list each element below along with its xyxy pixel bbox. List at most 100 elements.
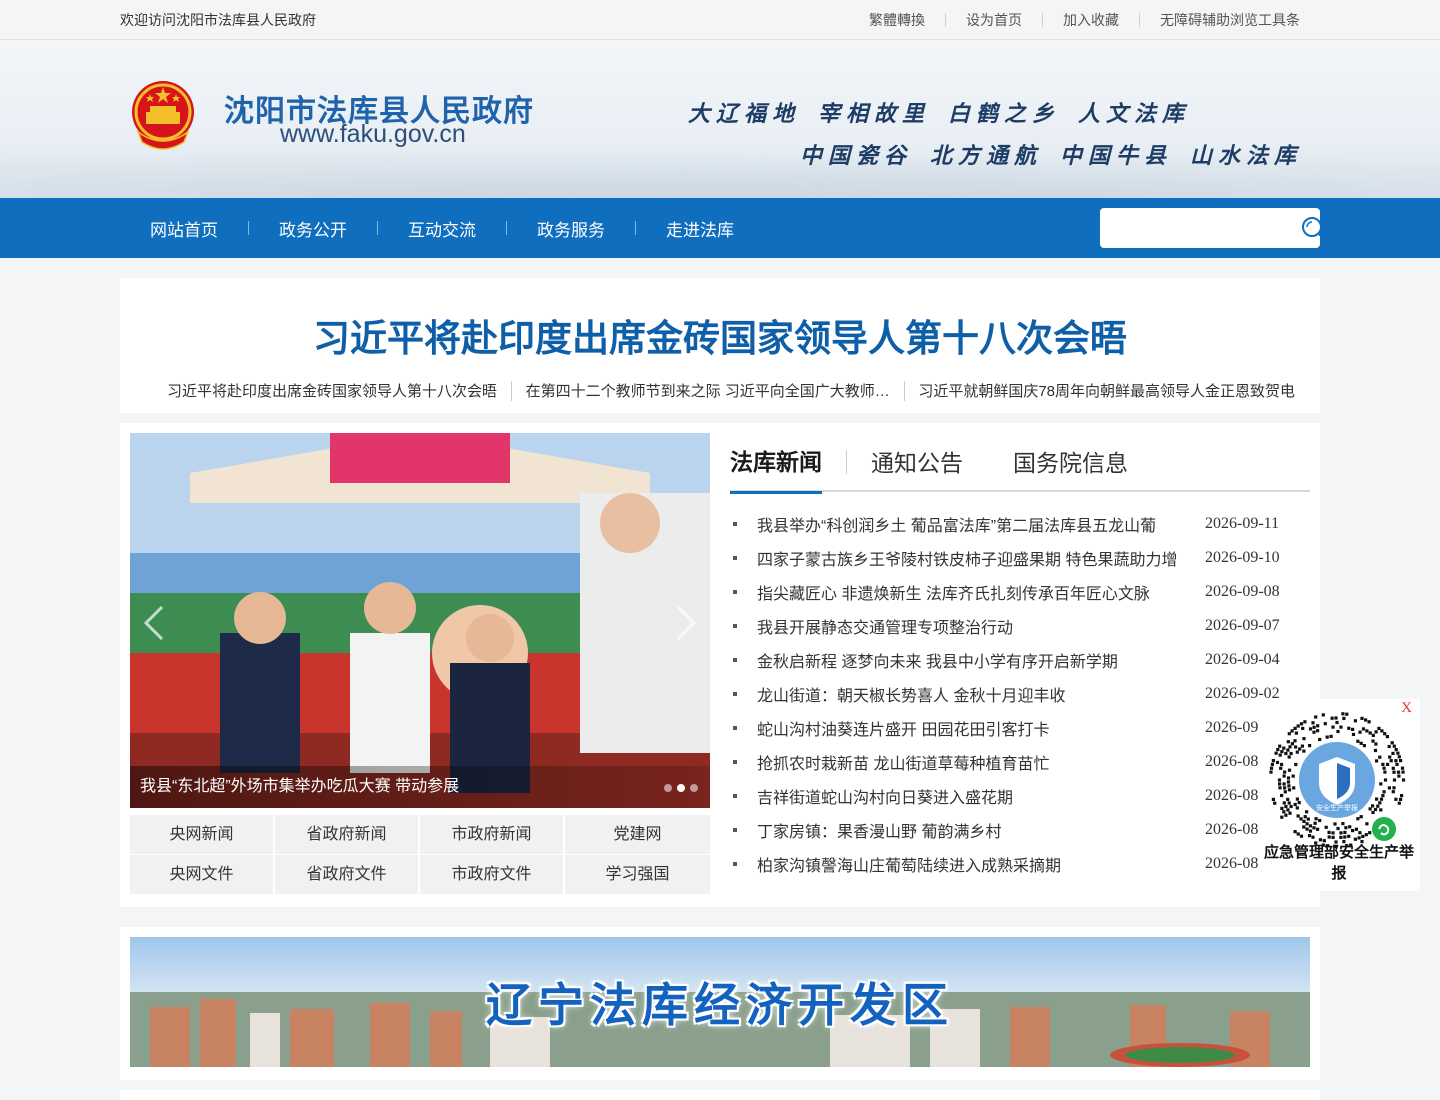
- tab-notices[interactable]: 通知公告: [871, 432, 963, 492]
- news-title-link[interactable]: 吉祥街道蛇山沟村向日葵进入盛花期: [757, 784, 1205, 808]
- bullet-icon: [733, 760, 737, 764]
- set-homepage-link[interactable]: 设为首页: [945, 13, 1042, 27]
- news-title-link[interactable]: 龙山街道：朝天椒长势喜人 金秋十月迎丰收: [757, 682, 1205, 706]
- slide-caption[interactable]: 我县“东北超”外场市集举办吃瓜大赛 带动参展: [130, 766, 710, 808]
- site-url: www.faku.gov.cn: [280, 120, 466, 148]
- quick-links-grid: 央网新闻 省政府新闻 市政府新闻 党建网 央网文件 省政府文件 市政府文件 学习…: [130, 815, 710, 895]
- news-date: 2026-09-04: [1205, 651, 1280, 668]
- nav-government-affairs[interactable]: 政务公开: [279, 216, 347, 241]
- quick-link[interactable]: 省政府文件: [275, 855, 420, 895]
- news-item: 丁家房镇：果香漫山野 葡韵满乡村 2026-08-: [730, 813, 1310, 847]
- news-item: 指尖藏匠心 非遗焕新生 法库齐氏扎刻传承百年匠心文脉 2026-09-08: [730, 575, 1310, 609]
- traditional-chinese-link[interactable]: 繁體轉換: [849, 13, 945, 27]
- main-section: 我县“东北超”外场市集举办吃瓜大赛 带动参展 央网新闻 省政府新闻 市政府新闻 …: [120, 423, 1320, 907]
- news-tabs: 法库新闻 通知公告 国务院信息: [730, 431, 1310, 494]
- quick-link[interactable]: 党建网: [565, 815, 710, 855]
- floating-qr-panel: 安全生产举报 X 应急管理部安全生产举报: [1258, 699, 1420, 891]
- sub-headline-link[interactable]: 习近平将赴印度出席金砖国家领导人第十八次会晤: [167, 380, 497, 401]
- bullet-icon: [733, 522, 737, 526]
- slider-next-icon[interactable]: [674, 603, 698, 643]
- news-item: 龙山街道：朝天椒长势喜人 金秋十月迎丰收 2026-09-02: [730, 677, 1310, 711]
- slider-dot[interactable]: [690, 784, 698, 792]
- news-item: 柏家沟镇謦海山庄葡萄陆续进入成熟采摘期 2026-08-: [730, 847, 1310, 881]
- nav-divider: [377, 221, 378, 235]
- qr-label: 应急管理部安全生产举报: [1263, 844, 1414, 882]
- bullet-icon: [733, 692, 737, 696]
- quick-link[interactable]: 市政府新闻: [420, 815, 565, 855]
- welcome-text: 欢迎访问沈阳市法库县人民政府: [120, 12, 316, 28]
- close-icon[interactable]: X: [1401, 700, 1412, 717]
- nav-divider: [506, 221, 507, 235]
- main-nav: 网站首页 政务公开 互动交流 政务服务 走进法库: [0, 198, 1440, 258]
- news-title-link[interactable]: 柏家沟镇謦海山庄葡萄陆续进入成熟采摘期: [757, 852, 1205, 876]
- qr-badge-text: 安全生产举报: [1316, 803, 1358, 812]
- search-button[interactable]: [1301, 208, 1325, 248]
- banner-title: 辽宁法库经济开发区: [486, 979, 954, 1031]
- next-section-panel: [120, 1090, 1320, 1100]
- news-date: 2026-09-08: [1205, 583, 1280, 600]
- headline-title[interactable]: 习近平将赴印度出席金砖国家领导人第十八次会晤: [120, 308, 1320, 362]
- utility-links: 繁體轉換 设为首页 加入收藏 无障碍辅助浏览工具条: [849, 13, 1320, 27]
- add-favorite-link[interactable]: 加入收藏: [1042, 13, 1139, 27]
- tab-faku-news[interactable]: 法库新闻: [730, 431, 822, 494]
- news-title-link[interactable]: 丁家房镇：果香漫山野 葡韵满乡村: [757, 818, 1205, 842]
- sub-headline-divider: [510, 380, 512, 401]
- sub-headlines: 习近平将赴印度出席金砖国家领导人第十八次会晤 在第四十二个教师节到来之际 习近平…: [120, 380, 1320, 401]
- slogan-item: 中国牛县: [1059, 143, 1172, 169]
- top-utility-bar: 欢迎访问沈阳市法库县人民政府 繁體轉換 设为首页 加入收藏 无障碍辅助浏览工具条: [0, 0, 1440, 40]
- news-list: 我县举办“科创润乡土 葡品富法库”第二届法库县五龙山葡 2026-09-11 四家子…: [730, 507, 1310, 881]
- slogan-item: 中国瓷谷: [799, 143, 912, 169]
- sub-headline-link[interactable]: 在第四十二个教师节到来之际 习近平向全国广大教师…: [526, 380, 890, 401]
- nav-divider: [248, 221, 249, 235]
- quick-link[interactable]: 省政府新闻: [275, 815, 420, 855]
- news-title-link[interactable]: 我县开展静态交通管理专项整治行动: [757, 614, 1205, 638]
- slider-dots: [664, 784, 698, 792]
- accessibility-toolbar-link[interactable]: 无障碍辅助浏览工具条: [1139, 13, 1320, 27]
- quick-link[interactable]: 央网新闻: [130, 815, 275, 855]
- news-title-link[interactable]: 四家子蒙古族乡王爷陵村铁皮柿子迎盛果期 特色果蔬助力增: [757, 546, 1205, 570]
- nav-divider: [635, 221, 636, 235]
- bullet-icon: [733, 794, 737, 798]
- slogan-item: 山水法库: [1189, 143, 1302, 169]
- slider-prev-icon[interactable]: [142, 603, 166, 643]
- news-title-link[interactable]: 指尖藏匠心 非遗焕新生 法库齐氏扎刻传承百年匠心文脉: [757, 580, 1205, 604]
- headline-panel: 习近平将赴印度出席金砖国家领导人第十八次会晤 习近平将赴印度出席金砖国家领导人第…: [120, 278, 1320, 413]
- news-date: 2026-09-11: [1205, 515, 1280, 532]
- quick-link[interactable]: 学习强国: [565, 855, 710, 895]
- sub-headline-divider: [903, 380, 905, 401]
- quick-link[interactable]: 市政府文件: [420, 855, 565, 895]
- news-date: 2026-09-10: [1205, 549, 1280, 566]
- slider-dot[interactable]: [677, 784, 685, 792]
- search-input[interactable]: [1100, 208, 1301, 248]
- dev-zone-banner[interactable]: 辽宁法库经济开发区: [130, 937, 1310, 1067]
- news-title-link[interactable]: 金秋启新程 逐梦向未来 我县中小学有序开启新学期: [757, 648, 1205, 672]
- slogan-item: 白鹤之乡: [947, 101, 1060, 127]
- news-date: 2026-09-07: [1205, 617, 1280, 634]
- nav-home[interactable]: 网站首页: [150, 216, 218, 241]
- qr-code-icon[interactable]: 安全生产举报: [1262, 705, 1412, 855]
- search-box: [1100, 208, 1325, 248]
- bullet-icon: [733, 862, 737, 866]
- slogan-item: 人文法库: [1077, 101, 1190, 127]
- news-title-link[interactable]: 我县举办“科创润乡土 葡品富法库”第二届法库县五龙山葡: [757, 512, 1205, 536]
- slider-dot[interactable]: [664, 784, 672, 792]
- nav-about-faku[interactable]: 走进法库: [666, 216, 734, 241]
- site-header: 沈阳市法库县人民政府 www.faku.gov.cn 大辽福地 宰相故里 白鹤之乡人…: [0, 40, 1440, 198]
- slide-image: [130, 433, 710, 808]
- quick-link[interactable]: 央网文件: [130, 855, 275, 895]
- news-item: 吉祥街道蛇山沟村向日葵进入盛花期 2026-08-: [730, 779, 1310, 813]
- nav-items: 网站首页 政务公开 互动交流 政务服务 走进法库: [120, 216, 734, 241]
- bullet-icon: [733, 590, 737, 594]
- news-item: 我县举办“科创润乡土 葡品富法库”第二届法库县五龙山葡 2026-09-11: [730, 507, 1310, 541]
- sub-headline-link[interactable]: 习近平就朝鲜国庆78周年向朝鲜最高领导人金正恩致贺电: [918, 380, 1295, 401]
- nav-interaction[interactable]: 互动交流: [408, 216, 476, 241]
- slogan-item: 大辽福地: [687, 101, 800, 127]
- news-title-link[interactable]: 蛇山沟村油葵连片盛开 田园花田引客打卡: [757, 716, 1205, 740]
- bullet-icon: [733, 726, 737, 730]
- nav-services[interactable]: 政务服务: [537, 216, 605, 241]
- bullet-icon: [733, 624, 737, 628]
- news-title-link[interactable]: 抢抓农时栽新苗 龙山街道草莓种植育苗忙: [757, 750, 1205, 774]
- news-item: 抢抓农时栽新苗 龙山街道草莓种植育苗忙 2026-08-: [730, 745, 1310, 779]
- tab-state-council-info[interactable]: 国务院信息: [1013, 432, 1128, 492]
- photo-slider[interactable]: 我县“东北超”外场市集举办吃瓜大赛 带动参展: [130, 433, 710, 808]
